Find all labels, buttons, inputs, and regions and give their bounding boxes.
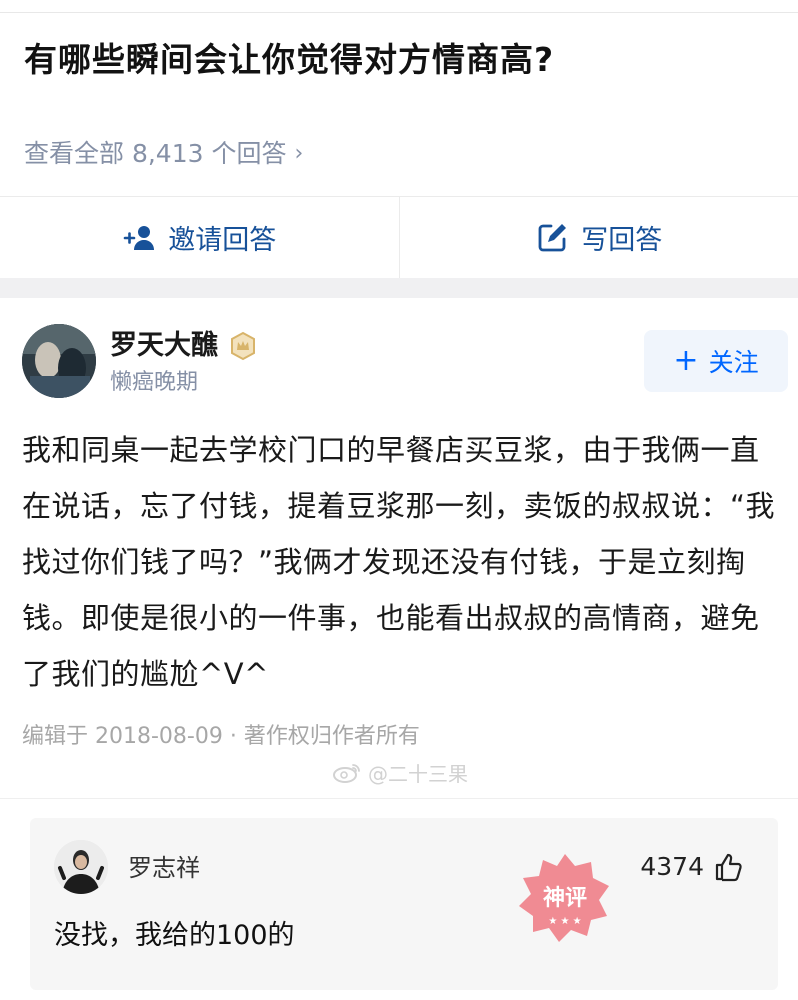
follow-label: 关注 — [708, 348, 759, 377]
invite-answer-button[interactable]: 邀请回答 — [0, 197, 399, 278]
svg-text:★ ★ ★: ★ ★ ★ — [548, 916, 581, 927]
weibo-icon — [332, 762, 362, 784]
author-avatar[interactable] — [22, 324, 96, 398]
answer-text: 我和同桌一起去学校门口的早餐店买豆浆，由于我俩一直在说话，忘了付钱，提着豆浆那一… — [22, 433, 776, 691]
like-count-button[interactable]: 4374 — [640, 850, 744, 884]
crown-badge-icon — [228, 331, 258, 361]
top-divider — [0, 12, 798, 13]
watermark-text: @二十三果 — [368, 762, 468, 786]
author-name[interactable]: 罗天大醮 — [110, 328, 218, 364]
commenter-avatar[interactable] — [54, 840, 108, 894]
commenter-name[interactable]: 罗志祥 — [128, 852, 200, 884]
view-all-label: 查看全部 8,413 个回答 — [24, 139, 287, 168]
comment-text: 没找，我给的100的 — [54, 920, 295, 951]
author-bio: 懒癌晚期 — [110, 370, 199, 395]
view-all-answers-link[interactable]: 查看全部 8,413 个回答 › — [24, 136, 303, 172]
answer-divider — [0, 798, 798, 799]
question-header: 有哪些瞬间会让你觉得对方情商高? 查看全部 8,413 个回答 › — [24, 36, 784, 168]
question-title[interactable]: 有哪些瞬间会让你觉得对方情商高? — [24, 36, 784, 84]
plus-icon: + — [673, 343, 699, 378]
invite-answer-label: 邀请回答 — [168, 225, 277, 256]
thumbs-up-icon — [714, 852, 744, 882]
author-name-row: 罗天大醮 — [110, 328, 258, 364]
section-gap — [0, 278, 798, 298]
weibo-watermark: @二十三果 — [332, 758, 468, 787]
answer-meta: 编辑于 2018-08-09 · 著作权归作者所有 — [22, 724, 420, 749]
question-action-bar: 邀请回答 写回答 — [0, 196, 798, 279]
featured-comment[interactable]: 罗志祥 神评 ★ ★ ★ 4374 没找，我给的100的 — [30, 818, 778, 990]
edit-icon — [535, 221, 569, 255]
chevron-right-icon: › — [294, 141, 304, 166]
stamp-text: 神评 — [543, 885, 587, 911]
add-person-icon — [122, 221, 156, 255]
author-row: 罗天大醮 懒癌晚期 + 关注 — [22, 322, 792, 402]
write-answer-button[interactable]: 写回答 — [400, 197, 798, 278]
like-count: 4374 — [640, 852, 704, 881]
write-answer-label: 写回答 — [581, 225, 663, 256]
featured-stamp: 神评 ★ ★ ★ — [515, 848, 615, 948]
follow-button[interactable]: + 关注 — [644, 330, 788, 392]
